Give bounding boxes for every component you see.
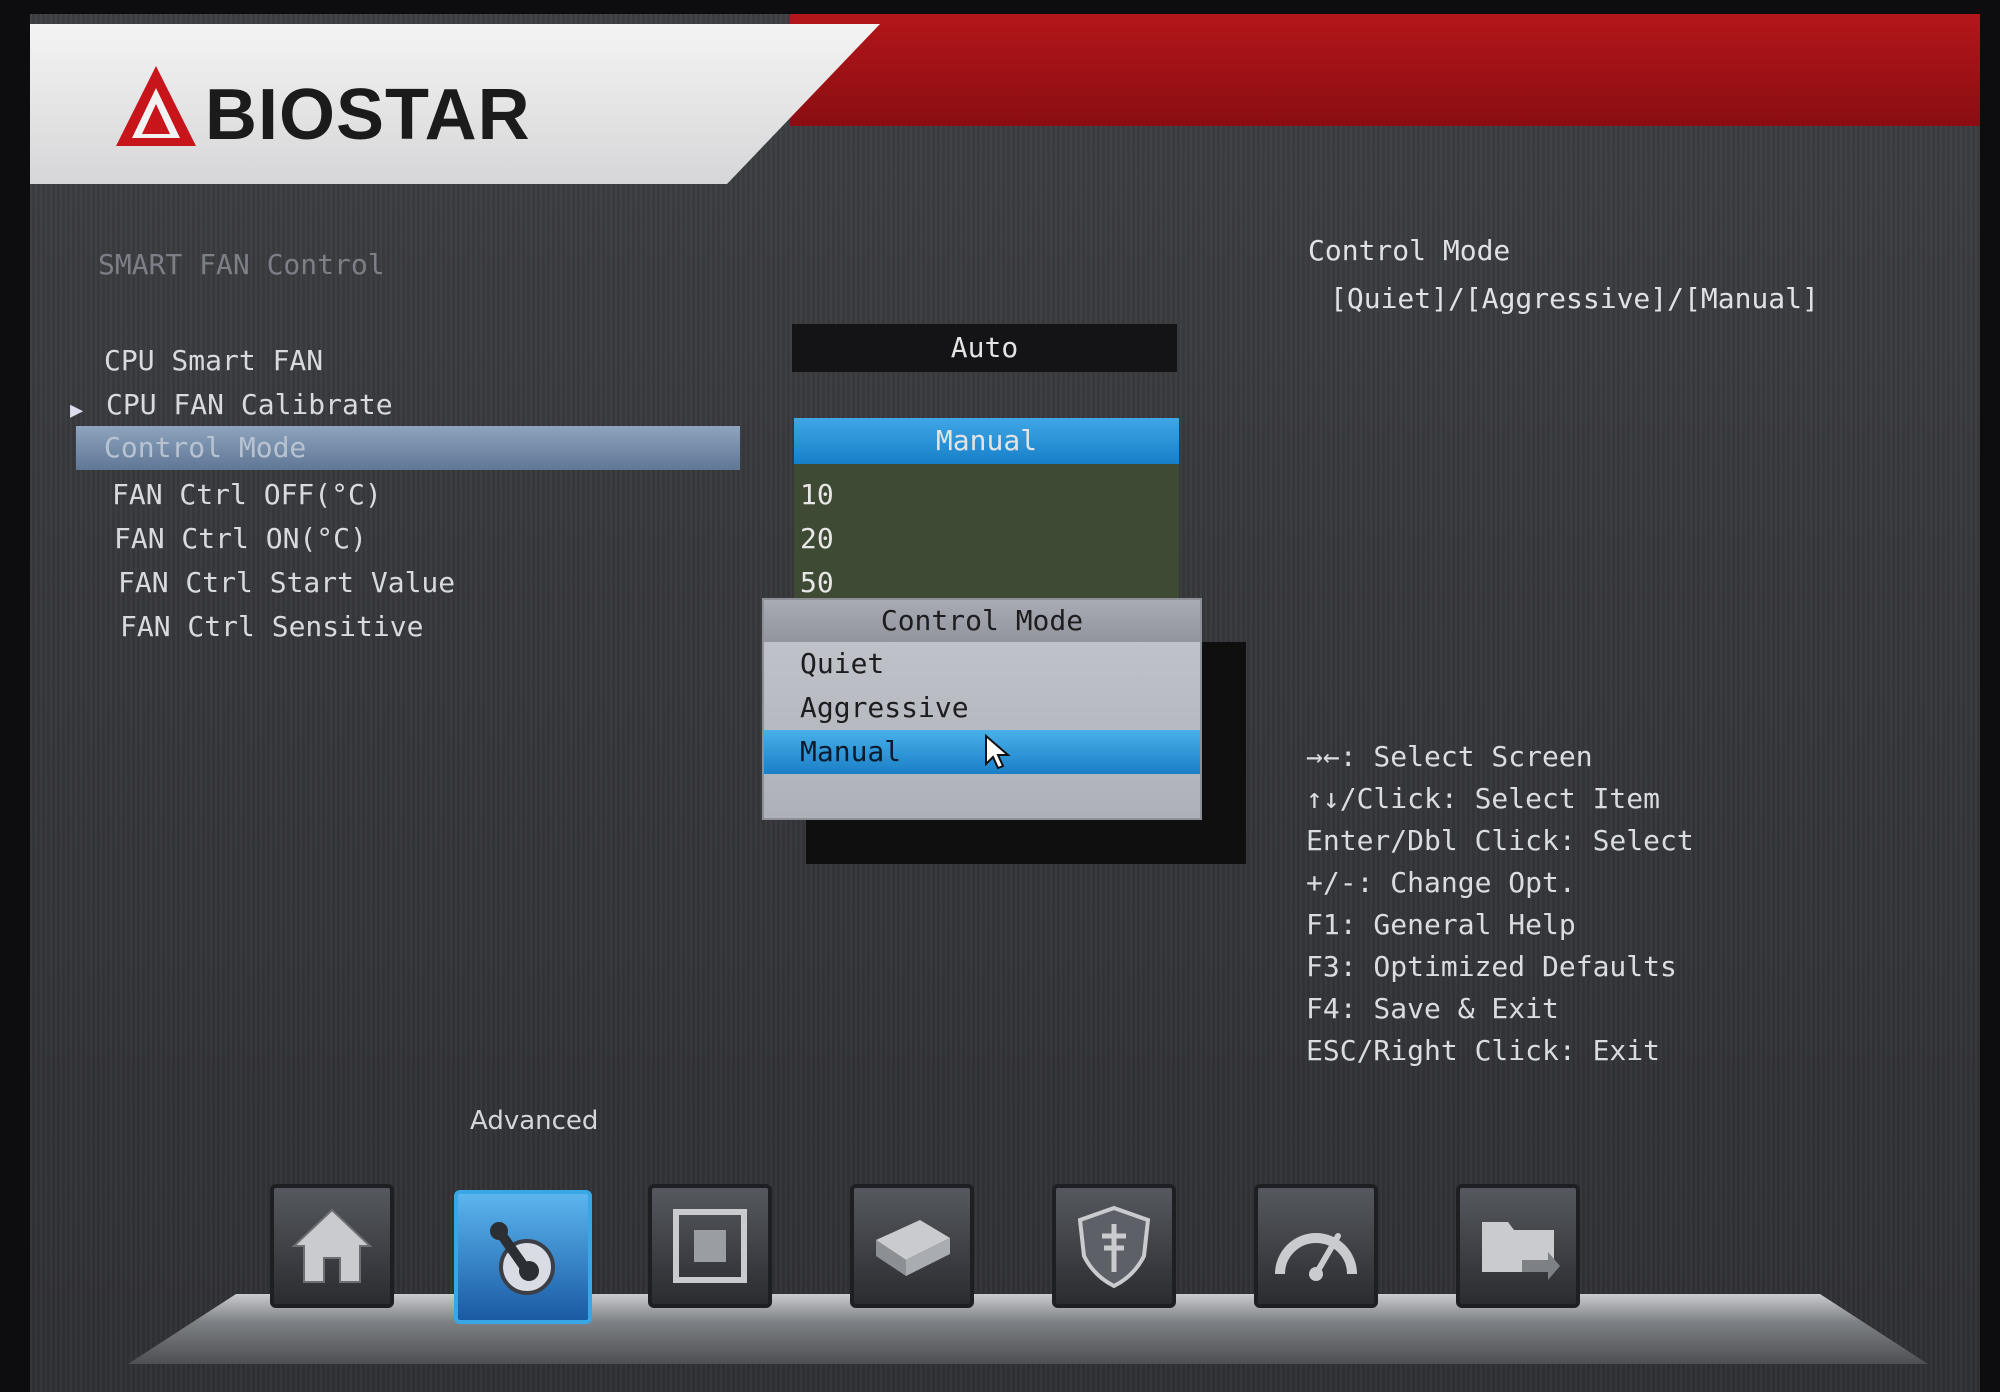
help-options: [Quiet]/[Aggressive]/[Manual]	[1330, 282, 1819, 315]
tab-exit[interactable]	[1456, 1184, 1580, 1308]
dock-bar	[128, 1294, 1928, 1364]
key-exit: ESC/Right Click: Exit	[1306, 1034, 1661, 1067]
key-general-help: F1: General Help	[1306, 908, 1576, 941]
header-red-band	[790, 14, 1980, 126]
tab-home[interactable]	[270, 1184, 394, 1308]
value-fan-ctrl-on[interactable]: 20	[800, 522, 834, 555]
popup-title: Control Mode	[764, 600, 1200, 642]
brand-name: BIOSTAR	[205, 75, 531, 155]
biostar-logo-icon	[116, 66, 196, 146]
popup-option-aggressive[interactable]: Aggressive	[764, 686, 1200, 730]
mouse-pointer-icon	[985, 734, 1011, 770]
active-tab-label: Advanced	[470, 1106, 599, 1136]
advanced-joystick-icon	[490, 1222, 555, 1295]
value-fan-ctrl-start[interactable]: 50	[800, 566, 834, 599]
chipset-icon	[673, 1209, 747, 1283]
setting-fan-ctrl-start-value[interactable]: FAN Ctrl Start Value	[118, 566, 455, 599]
value-fan-ctrl-off[interactable]: 10	[800, 478, 834, 511]
help-title: Control Mode	[1308, 234, 1511, 267]
submenu-arrow-icon: ▶	[70, 398, 84, 423]
bios-screen: BIOSTAR SMART FAN Control CPU Smart FAN …	[30, 14, 1980, 1392]
setting-fan-ctrl-on[interactable]: FAN Ctrl ON(°C)	[114, 522, 367, 555]
performance-gauge-icon	[1275, 1233, 1357, 1281]
setting-control-mode[interactable]: Control Mode	[76, 426, 740, 470]
tab-security[interactable]	[1052, 1184, 1176, 1308]
storage-icon	[876, 1220, 950, 1276]
exit-folder-icon	[1482, 1222, 1560, 1280]
key-select-screen: →←: Select Screen	[1306, 740, 1593, 773]
header-logo-plate: BIOSTAR	[30, 24, 880, 184]
tab-performance[interactable]	[1254, 1184, 1378, 1308]
tab-storage[interactable]	[850, 1184, 974, 1308]
value-panel	[794, 464, 1179, 614]
tab-advanced[interactable]	[454, 1190, 592, 1324]
key-save-exit: F4: Save & Exit	[1306, 992, 1559, 1025]
key-change-opt: +/-: Change Opt.	[1306, 866, 1576, 899]
tab-chipset[interactable]	[648, 1184, 772, 1308]
popup-option-quiet[interactable]: Quiet	[764, 642, 1200, 686]
setting-fan-ctrl-off[interactable]: FAN Ctrl OFF(°C)	[112, 478, 382, 511]
section-title: SMART FAN Control	[98, 248, 385, 281]
control-mode-popup: Control Mode Quiet Aggressive Manual	[762, 598, 1202, 820]
security-shield-icon	[1077, 1205, 1151, 1289]
key-select: Enter/Dbl Click: Select	[1306, 824, 1694, 857]
value-control-mode[interactable]: Manual	[794, 418, 1179, 464]
key-select-item: ↑↓/Click: Select Item	[1306, 782, 1661, 815]
popup-option-manual-label: Manual	[800, 735, 902, 768]
setting-cpu-smart-fan[interactable]: CPU Smart FAN	[104, 344, 323, 377]
key-optimized-defaults: F3: Optimized Defaults	[1306, 950, 1677, 983]
home-icon	[291, 1208, 373, 1283]
key-legend: →←: Select Screen ↑↓/Click: Select Item …	[1306, 736, 1694, 1072]
popup-option-manual[interactable]: Manual	[764, 730, 1200, 774]
setting-cpu-fan-calibrate[interactable]: CPU FAN Calibrate	[106, 388, 393, 421]
value-cpu-smart-fan[interactable]: Auto	[792, 324, 1177, 372]
setting-fan-ctrl-sensitive[interactable]: FAN Ctrl Sensitive	[120, 610, 423, 643]
